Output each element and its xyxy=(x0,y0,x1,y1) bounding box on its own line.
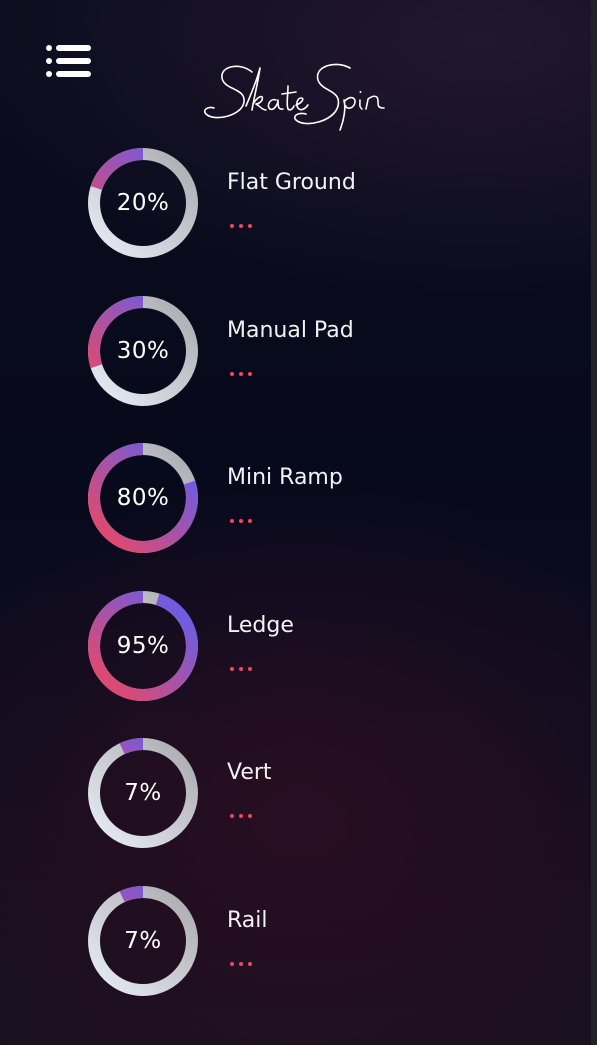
more-dots-icon[interactable] xyxy=(230,519,256,523)
more-dots-icon[interactable] xyxy=(230,814,256,818)
window-edge xyxy=(591,0,597,1045)
progress-percent: 30% xyxy=(116,337,170,364)
more-dots-icon[interactable] xyxy=(230,666,256,671)
more-dots-icon[interactable] xyxy=(230,371,256,376)
progress-percent: 7% xyxy=(124,927,162,954)
progress-ring: 30% xyxy=(86,294,200,408)
skill-name: Flat Ground xyxy=(227,170,356,195)
progress-ring: 80% xyxy=(86,441,200,555)
skill-name: Mini Ramp xyxy=(227,465,343,490)
skill-name: Vert xyxy=(227,760,272,785)
skill-name: Rail xyxy=(227,907,268,933)
progress-percent: 20% xyxy=(116,190,170,216)
progress-ring: 95% xyxy=(86,589,200,703)
app-logo: Skate Spin xyxy=(200,58,390,134)
skill-name: Manual Pad xyxy=(227,317,354,343)
progress-ring: 7% xyxy=(86,884,200,998)
more-dots-icon[interactable] xyxy=(230,961,256,966)
more-dots-icon[interactable] xyxy=(230,224,256,228)
progress-percent: 80% xyxy=(116,485,170,511)
progress-percent: 95% xyxy=(116,632,170,659)
progress-row[interactable]: 7% Rail xyxy=(86,884,526,998)
menu-button[interactable] xyxy=(46,44,92,78)
skill-name: Ledge xyxy=(227,612,294,638)
progress-ring: 7% xyxy=(86,736,200,850)
progress-row[interactable]: 80% Mini Ramp xyxy=(86,441,526,555)
progress-row[interactable]: 30% Manual Pad xyxy=(86,294,526,408)
progress-row[interactable]: 95% Ledge xyxy=(86,589,526,703)
skate-spin-script-logo xyxy=(203,63,385,131)
progress-row[interactable]: 7% Vert xyxy=(86,736,526,850)
progress-percent: 7% xyxy=(124,780,162,806)
progress-ring: 20% xyxy=(86,146,200,260)
progress-row[interactable]: 20% Flat Ground xyxy=(86,146,526,260)
